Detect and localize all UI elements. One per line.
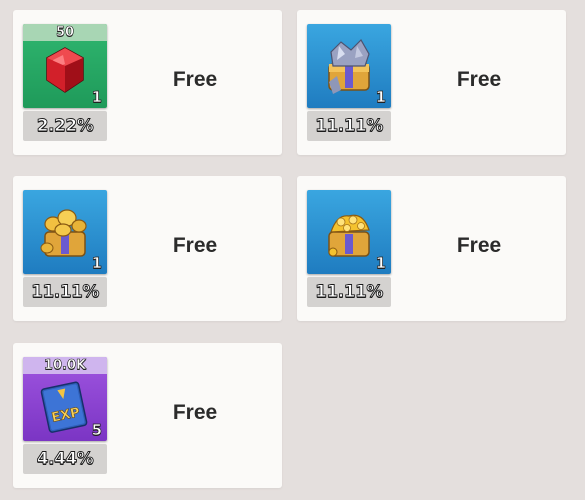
reward-card-iron-chest[interactable]: 1 11.11% Free (297, 10, 566, 155)
reward-item-tile[interactable]: 1 (307, 190, 391, 274)
drop-chance: 11.11% (307, 277, 391, 307)
reward-item-tile[interactable]: 1 (23, 190, 107, 274)
drop-chance: 11.11% (23, 277, 107, 307)
price-label: Free (172, 68, 218, 91)
price-label: Free (172, 401, 218, 424)
price-label: Free (172, 234, 218, 257)
item-count: 5 (91, 421, 102, 440)
item-count: 1 (375, 254, 386, 273)
reward-item-tile[interactable]: 10.0K EXP 5 (23, 357, 107, 441)
drop-chance: 2.22% (23, 111, 107, 141)
item-count: 1 (91, 88, 102, 107)
item-count: 1 (91, 254, 102, 273)
reward-card-gold-chest[interactable]: 1 11.11% Free (13, 176, 282, 321)
reward-card-coin-chest[interactable]: 1 11.11% Free (297, 176, 566, 321)
reward-item-tile[interactable]: 1 (307, 24, 391, 108)
reward-card-ruby[interactable]: 50 1 2.22% Free (13, 10, 282, 155)
drop-chance: 11.11% (307, 111, 391, 141)
item-count: 1 (375, 88, 386, 107)
reward-card-exp-book[interactable]: 10.0K EXP 5 4.44% Free (13, 343, 282, 488)
price-label: Free (456, 234, 502, 257)
price-label: Free (456, 68, 502, 91)
drop-chance: 4.44% (23, 444, 107, 474)
reward-item-tile[interactable]: 50 1 (23, 24, 107, 108)
